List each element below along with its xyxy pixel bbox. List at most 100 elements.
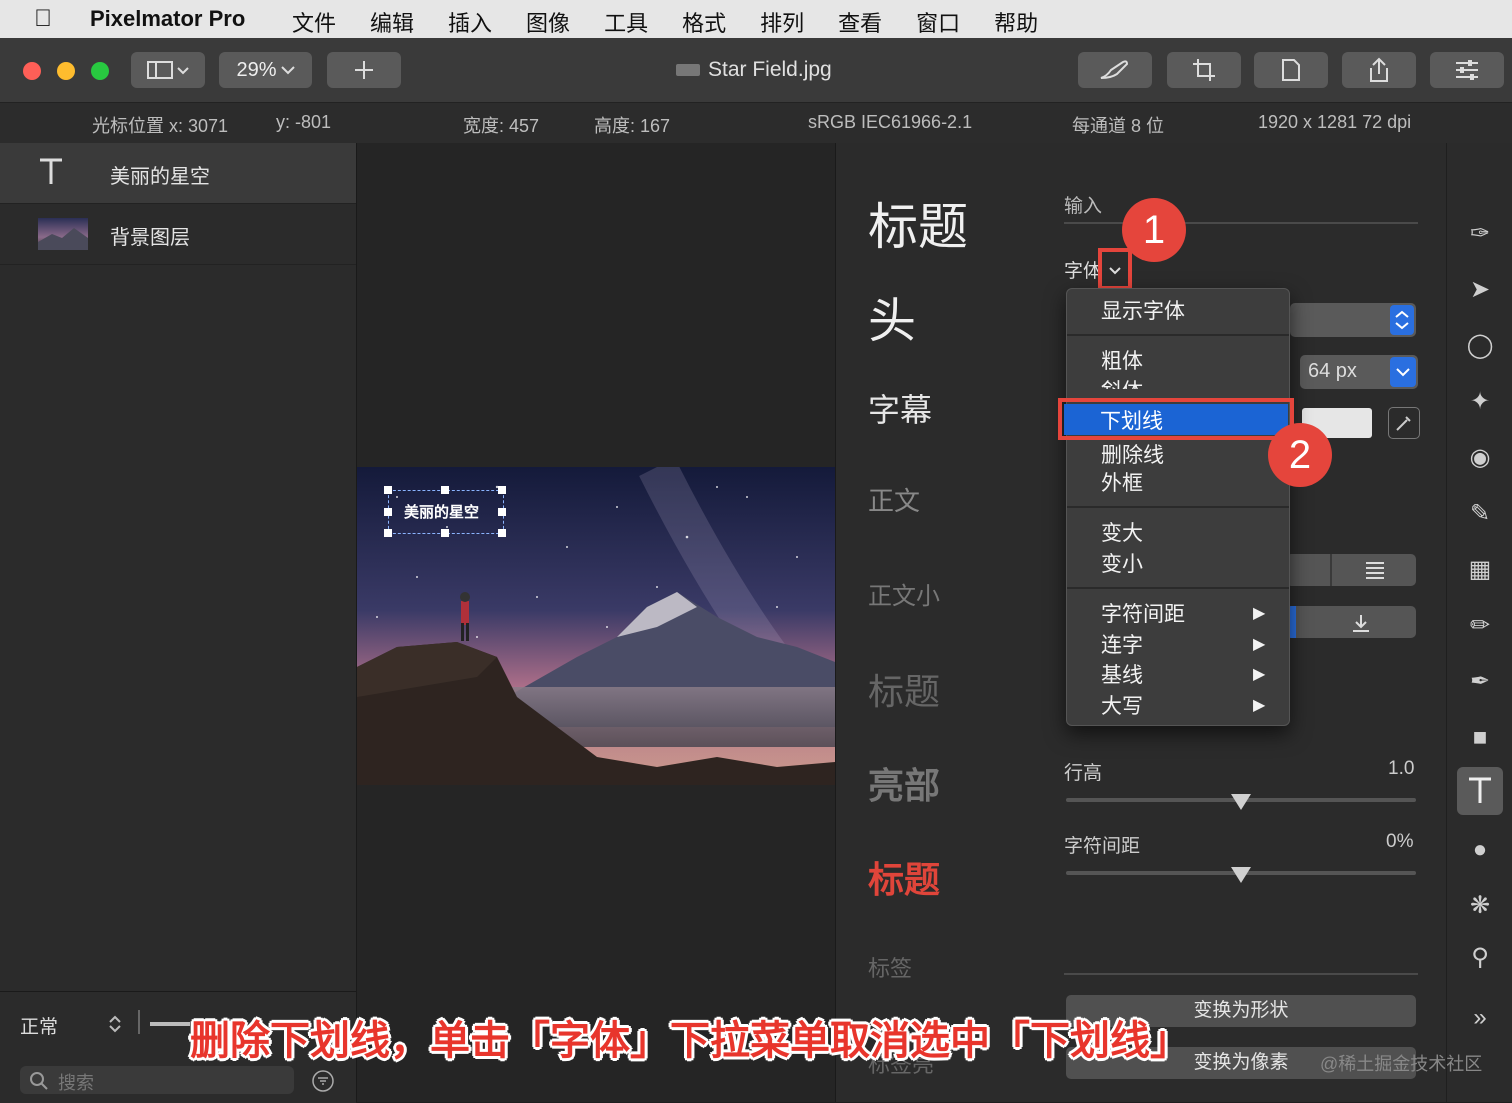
menu-format[interactable]: 格式 (682, 6, 726, 38)
menu-item-kerning[interactable]: 字符间距 (1101, 598, 1185, 628)
apple-menu-icon[interactable]:  (34, 5, 52, 33)
font-family-select[interactable] (1290, 303, 1416, 337)
zoom-window-button[interactable] (91, 62, 109, 80)
arrange-pointer-icon[interactable]: ➤ (1465, 275, 1495, 305)
watermark: @稀土掘金技术社区 (1320, 1054, 1483, 1074)
more-tools-icon[interactable]: » (1465, 1003, 1495, 1033)
menu-item-ligature[interactable]: 连字 (1101, 629, 1143, 659)
char-spacing-slider-knob[interactable] (1231, 867, 1251, 883)
resize-handle[interactable] (384, 529, 392, 537)
menu-help[interactable]: 帮助 (994, 6, 1038, 38)
gradient-icon[interactable]: ▦ (1465, 555, 1495, 585)
eyedropper-button[interactable] (1388, 407, 1420, 439)
filter-icon[interactable] (312, 1070, 334, 1092)
minimize-window-button[interactable] (57, 62, 75, 80)
style-title-thin[interactable]: 标题 (868, 663, 940, 715)
close-window-button[interactable] (23, 62, 41, 80)
menu-item-baseline[interactable]: 基线 (1101, 659, 1143, 689)
vertical-align-segment[interactable] (1286, 606, 1416, 638)
opacity-slider[interactable] (150, 1022, 190, 1026)
zoom-tool-icon[interactable]: ⚲ (1465, 943, 1495, 973)
text-tool-button[interactable] (1457, 767, 1503, 815)
menu-insert[interactable]: 插入 (448, 6, 492, 38)
paint-brush-icon[interactable]: ✎ (1465, 499, 1495, 529)
tools-sidebar: ✑ ➤ ◯ ✦ ◉ ✎ ▦ ✏ ✒ ■ ● ❋ ⚲ » (1446, 143, 1512, 1102)
font-dropdown-button[interactable] (1098, 248, 1132, 290)
resize-handle[interactable] (498, 508, 506, 516)
text-selection-box[interactable]: 美丽的星空 (388, 490, 504, 534)
magic-wand-icon[interactable]: ✦ (1465, 387, 1495, 417)
menu-image[interactable]: 图像 (526, 6, 570, 38)
style-highlight[interactable]: 亮部 (868, 757, 940, 809)
menu-edit[interactable]: 编辑 (370, 6, 414, 38)
resize-handle[interactable] (441, 529, 449, 537)
menu-item-show-fonts[interactable]: 显示字体 (1101, 295, 1185, 325)
eraser-icon[interactable]: ✏ (1465, 611, 1495, 641)
highlight-box (1058, 398, 1294, 440)
menu-item-strikethrough[interactable]: 删除线 (1101, 439, 1164, 469)
crop-button[interactable] (1167, 52, 1241, 88)
app-menu[interactable]: Pixelmator Pro (90, 6, 245, 32)
line-height-label: 行高 (1064, 763, 1103, 784)
bit-depth: 每通道 8 位 (1072, 116, 1165, 136)
menu-item-italic[interactable]: 斜体 (1101, 375, 1143, 389)
menu-item-capitalization[interactable]: 大写 (1101, 690, 1143, 720)
style-label[interactable]: 标签 (868, 951, 912, 983)
color-adjust-icon[interactable]: ● (1465, 835, 1495, 865)
style-body-small[interactable]: 正文小 (868, 576, 940, 611)
canvas-text[interactable]: 美丽的星空 (404, 501, 479, 522)
resize-handle[interactable] (441, 486, 449, 494)
resize-handle[interactable] (384, 486, 392, 494)
updown-chevron-icon[interactable] (108, 1014, 122, 1034)
resize-handle[interactable] (498, 486, 506, 494)
menu-view[interactable]: 查看 (838, 6, 882, 38)
style-subtitle[interactable]: 字幕 (868, 385, 932, 431)
cursor-y: y: -801 (276, 112, 332, 132)
pen-tool-icon[interactable]: ✒ (1465, 667, 1495, 697)
blend-mode-value[interactable]: 正常 (20, 1012, 58, 1039)
layer-row-text[interactable]: 美丽的星空 (0, 143, 356, 204)
page-icon (1282, 59, 1300, 81)
menu-item-smaller[interactable]: 变小 (1101, 548, 1143, 578)
line-height-slider-knob[interactable] (1231, 794, 1251, 810)
adjustments-button[interactable] (1430, 52, 1504, 88)
info-bar: 光标位置 x: 3071 y: -801 宽度: 457 高度: 167 sRG… (0, 103, 1512, 144)
menu-arrange[interactable]: 排列 (760, 6, 804, 38)
style-headline[interactable]: 头 (868, 281, 916, 351)
style-title[interactable]: 标题 (868, 187, 968, 259)
divider (1064, 222, 1418, 224)
sidebar-toggle-button[interactable] (131, 52, 205, 88)
menu-item-outline[interactable]: 外框 (1101, 467, 1143, 497)
layer-row-background[interactable]: 背景图层 (0, 204, 356, 265)
resize-handle[interactable] (498, 529, 506, 537)
style-body[interactable]: 正文 (868, 481, 920, 518)
share-button[interactable] (1342, 52, 1416, 88)
font-size-select[interactable]: 64 px (1300, 355, 1418, 389)
menu-item-bold[interactable]: 粗体 (1101, 345, 1143, 375)
menu-file[interactable]: 文件 (292, 6, 336, 38)
selection-circle-icon[interactable]: ◯ (1465, 331, 1495, 361)
add-button[interactable] (327, 52, 401, 88)
distort-icon[interactable]: ❋ (1465, 891, 1495, 921)
alignment-segment[interactable] (1286, 554, 1416, 586)
shape-tool-icon[interactable]: ■ (1465, 723, 1495, 753)
selection-height: 高度: 167 (594, 116, 671, 136)
canvas-area[interactable]: 美丽的星空 (357, 143, 836, 1102)
menu-window[interactable]: 窗口 (916, 6, 960, 38)
resize-handle[interactable] (384, 508, 392, 516)
chevron-down-icon (1390, 357, 1416, 387)
text-styles-list: 标题 头 字幕 正文 正文小 标题 亮部 标题 标签 标签亮 (836, 143, 1046, 1102)
layer-search-input[interactable]: 搜索 (20, 1066, 294, 1094)
chevron-down-icon (1109, 267, 1121, 275)
retouch-icon[interactable]: ◉ (1465, 443, 1495, 473)
step-callout-1: 1 (1122, 198, 1186, 262)
style-tool-icon[interactable]: ✑ (1465, 219, 1495, 249)
menu-tools[interactable]: 工具 (604, 6, 648, 38)
menu-item-bigger[interactable]: 变大 (1101, 517, 1143, 547)
zoom-dropdown[interactable]: 29% (219, 52, 312, 88)
layer-label: 美丽的星空 (110, 166, 210, 188)
document-thumbnail-icon (676, 64, 700, 77)
style-button[interactable] (1078, 52, 1152, 88)
style-title-red[interactable]: 标题 (868, 851, 940, 903)
document-button[interactable] (1254, 52, 1328, 88)
